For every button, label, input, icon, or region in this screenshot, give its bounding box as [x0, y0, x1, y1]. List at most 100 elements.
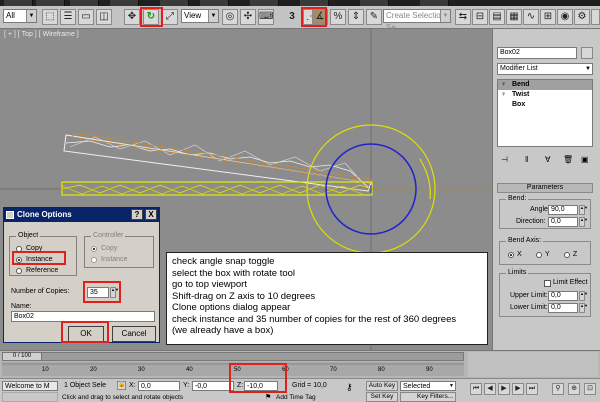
time-tag-icon[interactable]: ⚑ — [265, 393, 271, 401]
add-time-tag-label[interactable]: Add Time Tag — [276, 394, 316, 401]
chevron-down-icon: ▼ — [26, 10, 36, 22]
rectangular-selection-icon[interactable]: ▭ — [78, 9, 94, 25]
note-line: go to top viewport — [172, 279, 247, 290]
parameters-rollout-header[interactable]: Parameters — [497, 183, 593, 193]
lightbulb-icon[interactable]: ♀ — [501, 91, 506, 98]
modifier-stack: Bend Twist Box ♀ ♀ — [497, 79, 593, 147]
render-setup-icon[interactable]: ⚙ — [574, 9, 590, 25]
lock-selection-icon[interactable]: 🔒 — [117, 381, 126, 390]
reference-label: Reference — [26, 267, 59, 274]
key-mode-dropdown[interactable]: Selected ▼ — [400, 381, 456, 391]
instance-highlight — [12, 251, 66, 265]
zoom-all-icon[interactable]: ⊕ — [568, 383, 580, 395]
selection-filter-dropdown[interactable]: All ▼ — [3, 9, 37, 23]
note-line: Shift-drag on Z axis to 10 degrees — [172, 290, 316, 302]
time-slider-track[interactable]: 0 / 100 — [2, 352, 464, 361]
curve-editor-icon[interactable]: ∿ — [523, 9, 539, 25]
go-to-end-icon[interactable]: ⏭ — [526, 383, 538, 395]
edit-named-selection-icon[interactable]: ✎ — [366, 9, 382, 25]
remove-modifier-icon[interactable]: 🗑 — [563, 155, 573, 164]
pin-stack-icon[interactable]: ⊣ — [501, 155, 508, 164]
controller-copy-radio[interactable] — [91, 246, 97, 252]
note-line: check angle snap toggle — [172, 256, 275, 267]
upper-limit-value: 0,0 — [551, 292, 561, 299]
next-frame-icon[interactable]: ▶ — [512, 383, 524, 395]
help-button[interactable]: ? — [131, 209, 143, 220]
script-listener-field[interactable]: Welcome to M — [2, 381, 58, 391]
schematic-view-icon[interactable]: ⊞ — [540, 9, 556, 25]
y-field[interactable]: -0,0 — [192, 381, 234, 391]
upper-limit-spinner[interactable]: ▲▼ — [579, 291, 588, 301]
play-icon[interactable]: ▶ — [498, 383, 510, 395]
zoom-icon[interactable]: ⚲ — [552, 383, 564, 395]
upper-limit-field[interactable]: 0,0 — [548, 291, 578, 301]
percent-snap-icon[interactable]: % — [330, 9, 346, 25]
named-selection-dropdown[interactable]: Create Selection Se ▼ — [383, 9, 451, 32]
render-icon[interactable] — [591, 9, 600, 25]
modifier-list-dropdown[interactable]: Modifier List ▼ — [497, 63, 593, 75]
limits-group: Limits Limit Effect Upper Limit: 0,0 ▲▼ … — [499, 269, 591, 317]
select-by-name-icon[interactable]: ☰ — [60, 9, 76, 25]
controller-group-title: Controller — [91, 232, 126, 239]
axis-x-label: X — [517, 251, 522, 258]
angle-field[interactable]: 90,0 — [548, 205, 578, 215]
select-and-scale-icon[interactable]: ⤢ — [162, 9, 178, 25]
object-name-field[interactable]: Box02 — [497, 47, 577, 59]
lightbulb-icon[interactable]: ♀ — [501, 81, 506, 88]
make-unique-icon[interactable]: ∀ — [545, 155, 550, 164]
tick-label: 90 — [426, 367, 433, 373]
graphite-tools-icon[interactable]: ▦ — [506, 9, 522, 25]
axis-x-radio[interactable] — [508, 252, 514, 258]
keyboard-shortcut-icon[interactable]: ⌨ — [258, 9, 274, 25]
lower-limit-field[interactable]: 0,0 — [548, 303, 578, 313]
angle-spinner[interactable]: ▲▼ — [579, 205, 588, 215]
angle-snap-highlight — [301, 7, 327, 27]
key-filters-label: Key Filters... — [417, 393, 454, 400]
lower-limit-spinner[interactable]: ▲▼ — [579, 303, 588, 313]
controller-instance-radio[interactable] — [91, 257, 97, 263]
tick-label: 40 — [186, 367, 193, 373]
window-crossing-icon[interactable]: ◫ — [96, 9, 112, 25]
select-and-move-icon[interactable]: ✥ — [124, 9, 140, 25]
auto-key-button[interactable]: Auto Key — [366, 381, 398, 391]
object-group-title: Object — [16, 232, 41, 239]
configure-sets-icon[interactable]: ▣ — [581, 155, 589, 164]
object-color-swatch[interactable] — [581, 47, 593, 59]
script-listener-output[interactable] — [2, 392, 58, 402]
parameters-title: Parameters — [526, 184, 564, 191]
key-icon[interactable]: ⚷ — [346, 382, 353, 393]
pivot-center-icon[interactable]: ◎ — [222, 9, 238, 25]
zoom-extents-icon[interactable]: ⊡ — [584, 383, 596, 395]
reference-radio[interactable] — [16, 268, 22, 274]
time-slider-thumb[interactable]: 0 / 100 — [3, 353, 42, 360]
bend-axis-title: Bend Axis: — [506, 237, 544, 244]
dialog-title-bar[interactable]: Clone Options ? X — [4, 208, 159, 222]
set-key-button[interactable]: Set Key — [366, 392, 398, 402]
reference-coordinate-dropdown[interactable]: View ▼ — [181, 9, 219, 23]
go-to-start-icon[interactable]: ⏮ — [470, 383, 482, 395]
spinner-snap-icon[interactable]: ⇕ — [348, 9, 364, 25]
close-button[interactable]: X — [145, 209, 157, 220]
layer-manager-icon[interactable]: ▤ — [489, 9, 505, 25]
cancel-button[interactable]: Cancel — [112, 326, 156, 342]
direction-spinner[interactable]: ▲▼ — [579, 217, 588, 227]
previous-frame-icon[interactable]: ◀ — [484, 383, 496, 395]
x-field[interactable]: 0,0 — [138, 381, 180, 391]
stack-item-twist[interactable]: Twist — [498, 90, 592, 100]
axis-y-radio[interactable] — [536, 252, 542, 258]
material-editor-icon[interactable]: ◉ — [557, 9, 573, 25]
axis-z-radio[interactable] — [564, 252, 570, 258]
align-icon[interactable]: ⊟ — [472, 9, 488, 25]
direction-field[interactable]: 0,0 — [548, 217, 578, 227]
mirror-icon[interactable]: ⇆ — [455, 9, 471, 25]
show-end-result-icon[interactable]: ‖ — [525, 155, 528, 164]
limit-effect-checkbox[interactable] — [544, 280, 551, 287]
controller-instance-label: Instance — [101, 256, 128, 263]
key-filters-button[interactable]: Key Filters... — [400, 392, 456, 402]
stack-item-box[interactable]: Box — [498, 100, 592, 110]
snap-toggle-button[interactable]: 3 — [284, 9, 300, 25]
stack-item-bend[interactable]: Bend — [498, 80, 592, 90]
clone-options-dialog: Clone Options ? X Object Copy Instance R… — [3, 207, 160, 343]
select-object-icon[interactable]: ⬚ — [42, 9, 58, 25]
manipulate-icon[interactable]: ✣ — [240, 9, 256, 25]
